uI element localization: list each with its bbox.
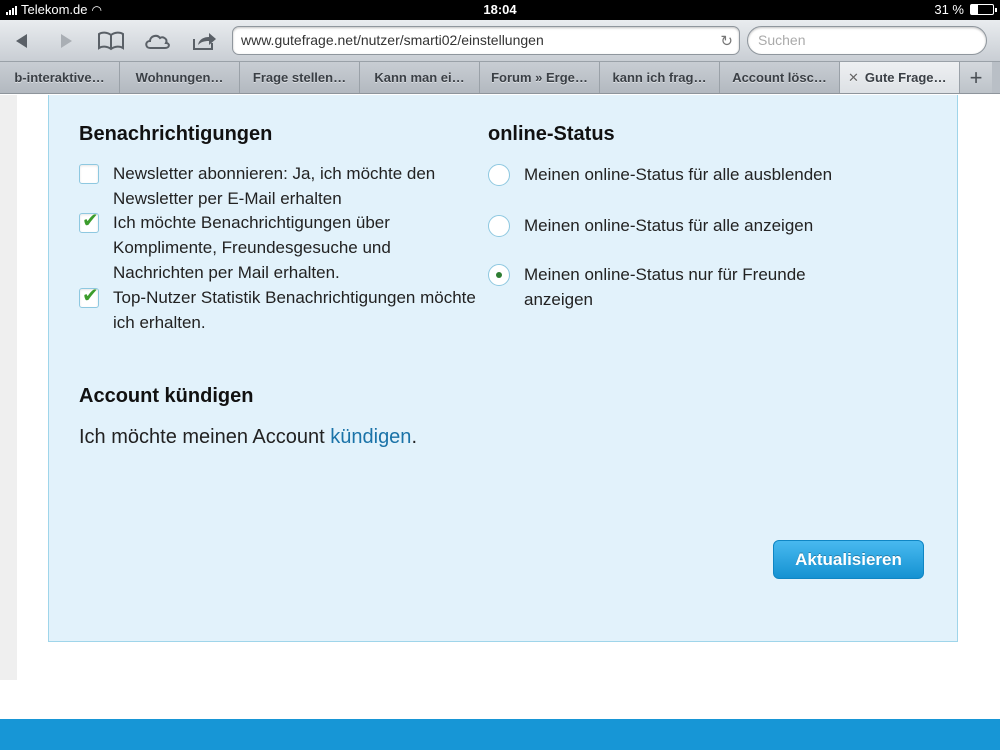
reload-icon[interactable]: ↻ bbox=[720, 32, 733, 50]
account-cancel-link[interactable]: kündigen bbox=[330, 426, 411, 448]
new-tab-button[interactable]: + bbox=[960, 62, 992, 93]
battery-percent: 31 % bbox=[934, 2, 964, 17]
search-placeholder: Suchen bbox=[758, 32, 806, 48]
status-show-label: Meinen online-Status für alle anzeigen bbox=[524, 216, 814, 235]
newsletter-option[interactable]: Newsletter abonnieren: Ja, ich möchte de… bbox=[79, 161, 479, 211]
status-hide-label: Meinen online-Status für alle ausblenden bbox=[524, 165, 833, 184]
newsletter-label: Newsletter abonnieren: Ja, ich möchte de… bbox=[113, 164, 436, 208]
account-cancel-text: Ich möchte meinen Account kündigen. bbox=[79, 426, 417, 449]
url-text: www.gutefrage.net/nutzer/smarti02/einste… bbox=[241, 32, 544, 48]
status-show-option[interactable]: Meinen online-Status für alle anzeigen bbox=[488, 213, 908, 238]
tab-label: Kann man ei… bbox=[374, 70, 465, 85]
tab-2[interactable]: Frage stellen… bbox=[240, 62, 360, 93]
status-friends-label: Meinen online-Status nur für Freunde anz… bbox=[524, 265, 806, 309]
tab-label: kann ich frag… bbox=[612, 70, 707, 85]
online-status-title: online-Status bbox=[488, 123, 615, 145]
newsletter-checkbox[interactable] bbox=[79, 164, 99, 184]
tab-active[interactable]: ✕ Gute Frage… bbox=[840, 62, 960, 93]
mail-notification-option[interactable]: Ich möchte Benachrichtigungen über Kompl… bbox=[79, 209, 479, 285]
page-content: Benachrichtigungen Newsletter abonnieren… bbox=[0, 95, 1000, 750]
url-field[interactable]: www.gutefrage.net/nutzer/smarti02/einste… bbox=[232, 26, 740, 55]
tab-5[interactable]: kann ich frag… bbox=[600, 62, 720, 93]
page-side-strip bbox=[0, 95, 17, 680]
account-text-before: Ich möchte meinen Account bbox=[79, 426, 331, 448]
tab-close-icon[interactable]: ✕ bbox=[848, 70, 859, 85]
status-show-radio[interactable] bbox=[488, 215, 510, 237]
tab-label: Frage stellen… bbox=[252, 70, 347, 85]
mail-notification-checkbox[interactable] bbox=[79, 209, 99, 234]
status-bar-right: 31 % bbox=[934, 2, 997, 17]
account-title: Account kündigen bbox=[79, 385, 254, 407]
back-icon[interactable] bbox=[8, 28, 36, 54]
tab-0[interactable]: b-interaktive… bbox=[0, 62, 120, 93]
update-button[interactable]: Aktualisieren bbox=[773, 540, 924, 579]
notifications-title: Benachrichtigungen bbox=[79, 123, 273, 145]
tab-6[interactable]: Account lösc… bbox=[720, 62, 840, 93]
topuser-stats-checkbox[interactable] bbox=[79, 284, 99, 309]
status-hide-option[interactable]: Meinen online-Status für alle ausblenden bbox=[488, 162, 908, 187]
search-field[interactable]: Suchen bbox=[747, 26, 987, 55]
status-friends-radio[interactable] bbox=[488, 264, 510, 286]
status-hide-radio[interactable] bbox=[488, 164, 510, 186]
icloud-icon[interactable] bbox=[143, 28, 171, 54]
status-bar: Telekom.de ◠ 18:04 31 % bbox=[0, 0, 1000, 20]
settings-panel: Benachrichtigungen Newsletter abonnieren… bbox=[48, 95, 958, 642]
plus-icon: + bbox=[969, 64, 983, 90]
tab-label: b-interaktive… bbox=[14, 70, 105, 85]
tab-label: Account lösc… bbox=[732, 70, 827, 85]
account-text-after: . bbox=[411, 426, 417, 448]
footer-bar bbox=[0, 719, 1000, 750]
tab-label: Gute Frage… bbox=[864, 70, 947, 85]
tab-4[interactable]: Forum » Erge… bbox=[480, 62, 600, 93]
tab-label: Wohnungen… bbox=[135, 70, 224, 85]
tab-3[interactable]: Kann man ei… bbox=[360, 62, 480, 93]
tab-label: Forum » Erge… bbox=[491, 70, 588, 85]
share-icon[interactable] bbox=[190, 28, 218, 54]
browser-toolbar: www.gutefrage.net/nutzer/smarti02/einste… bbox=[0, 20, 1000, 62]
status-friends-option[interactable]: Meinen online-Status nur für Freunde anz… bbox=[488, 262, 848, 312]
tab-1[interactable]: Wohnungen… bbox=[120, 62, 240, 93]
forward-icon[interactable] bbox=[52, 28, 80, 54]
tab-bar: b-interaktive… Wohnungen… Frage stellen…… bbox=[0, 62, 1000, 94]
topuser-stats-option[interactable]: Top-Nutzer Statistik Benachrichtigungen … bbox=[79, 284, 479, 335]
topuser-stats-label: Top-Nutzer Statistik Benachrichtigungen … bbox=[113, 288, 476, 332]
mail-notification-label: Ich möchte Benachrichtigungen über Kompl… bbox=[113, 213, 391, 282]
status-time: 18:04 bbox=[483, 2, 517, 17]
bookmarks-icon[interactable] bbox=[97, 28, 125, 54]
battery-icon bbox=[970, 4, 997, 15]
